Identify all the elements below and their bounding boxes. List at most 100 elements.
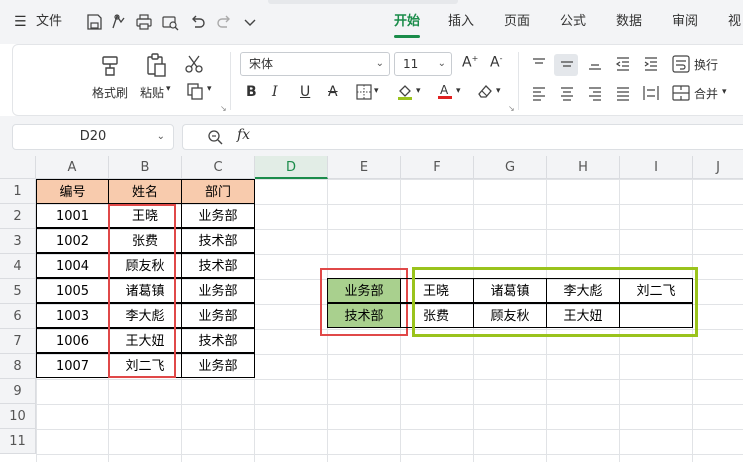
row-header-5[interactable]: 5: [0, 279, 36, 304]
header-cell-name[interactable]: 姓名: [108, 179, 182, 204]
cell-c3[interactable]: 技术部: [181, 228, 255, 253]
font-size-combo[interactable]: 11 ⌄: [394, 52, 452, 76]
paste-icon[interactable]: [144, 52, 168, 78]
increase-font-size-icon[interactable]: A+: [462, 54, 478, 71]
cell-a3[interactable]: 1002: [36, 228, 109, 253]
zoom-search-icon[interactable]: [206, 128, 224, 146]
italic-icon[interactable]: I: [272, 84, 278, 100]
underline-icon[interactable]: U: [300, 84, 310, 100]
row-header-4[interactable]: 4: [0, 254, 36, 279]
header-cell-id[interactable]: 编号: [36, 179, 109, 204]
paste-label[interactable]: 粘贴: [140, 84, 164, 101]
align-top-icon[interactable]: [530, 56, 548, 72]
header-cell-dept[interactable]: 部门: [181, 179, 255, 204]
print-preview-icon[interactable]: [160, 12, 180, 32]
cell-a7[interactable]: 1006: [36, 328, 109, 353]
chevron-down-icon[interactable]: ⌄: [376, 53, 384, 75]
cell-a4[interactable]: 1004: [36, 253, 109, 278]
column-header-d[interactable]: D: [255, 156, 328, 179]
formula-input[interactable]: [182, 124, 743, 150]
align-left-icon[interactable]: [530, 85, 548, 101]
wrap-text-icon[interactable]: [672, 55, 690, 73]
row-header-9[interactable]: 9: [0, 379, 36, 404]
chevron-down-icon[interactable]: [240, 12, 260, 32]
distributed-align-icon[interactable]: [642, 84, 660, 102]
column-header-g[interactable]: G: [474, 156, 547, 179]
align-center-icon[interactable]: [558, 85, 576, 101]
row-header-11[interactable]: 11: [0, 429, 36, 454]
cell-c4[interactable]: 技术部: [181, 253, 255, 278]
name-box[interactable]: D20 ⌄: [12, 124, 174, 150]
borders-icon[interactable]: [356, 84, 372, 100]
align-right-icon[interactable]: [586, 85, 604, 101]
redo-icon[interactable]: [214, 12, 234, 32]
bold-icon[interactable]: B: [246, 84, 257, 100]
tab-formula[interactable]: 公式: [560, 13, 586, 31]
cell-a8[interactable]: 1007: [36, 353, 109, 378]
chevron-down-icon[interactable]: ▾: [496, 86, 501, 96]
row-header-3[interactable]: 3: [0, 229, 36, 254]
format-painter-label[interactable]: 格式刷: [92, 84, 128, 101]
row-header-10[interactable]: 10: [0, 404, 36, 429]
undo-icon[interactable]: [188, 12, 208, 32]
row-header-6[interactable]: 6: [0, 304, 36, 329]
column-header-c[interactable]: C: [182, 156, 255, 179]
chevron-down-icon[interactable]: ▾: [416, 86, 421, 96]
chevron-down-icon[interactable]: ⌄: [157, 125, 165, 149]
column-header-b[interactable]: B: [109, 156, 182, 179]
cell-c8[interactable]: 业务部: [181, 353, 255, 378]
copy-dropdown-icon[interactable]: ▾: [207, 84, 212, 94]
wrap-text-label[interactable]: 换行: [694, 56, 718, 73]
font-color-icon[interactable]: A: [436, 82, 454, 100]
fill-color-icon[interactable]: [396, 82, 414, 100]
tab-data[interactable]: 数据: [616, 13, 642, 31]
hamburger-menu-icon[interactable]: ☰: [14, 13, 27, 31]
column-header-e[interactable]: E: [328, 156, 401, 179]
column-header-i[interactable]: I: [620, 156, 693, 179]
decrease-font-size-icon[interactable]: A-: [490, 54, 502, 71]
merge-cells-icon[interactable]: [672, 84, 690, 102]
print-icon[interactable]: [134, 12, 154, 32]
increase-indent-icon[interactable]: [642, 56, 660, 72]
chevron-down-icon[interactable]: ⌄: [438, 53, 446, 75]
align-bottom-icon[interactable]: [586, 56, 604, 72]
cell-a2[interactable]: 1001: [36, 203, 109, 228]
chevron-down-icon[interactable]: ▾: [722, 87, 727, 97]
cell-a5[interactable]: 1005: [36, 278, 109, 303]
row-header-8[interactable]: 8: [0, 354, 36, 379]
column-header-j[interactable]: J: [693, 156, 743, 179]
tab-insert[interactable]: 插入: [448, 13, 474, 31]
cell-c5[interactable]: 业务部: [181, 278, 255, 303]
justify-icon[interactable]: [614, 85, 632, 101]
clipboard-expand-icon[interactable]: ↘: [220, 104, 227, 113]
cell-c7[interactable]: 技术部: [181, 328, 255, 353]
copy-icon[interactable]: [186, 82, 204, 100]
cell-c6[interactable]: 业务部: [181, 303, 255, 328]
row-header-7[interactable]: 7: [0, 329, 36, 354]
format-painter-icon[interactable]: [98, 54, 122, 78]
select-all-corner[interactable]: [0, 156, 36, 179]
row-header-1[interactable]: 1: [0, 179, 36, 204]
tab-page[interactable]: 页面: [504, 13, 530, 31]
function-icon[interactable]: fx: [237, 127, 250, 143]
column-header-h[interactable]: H: [547, 156, 620, 179]
align-middle-icon[interactable]: [558, 56, 576, 72]
tab-view[interactable]: 视: [728, 13, 741, 31]
merge-cells-label[interactable]: 合并: [694, 85, 718, 102]
clear-format-icon[interactable]: [476, 82, 494, 100]
save-icon[interactable]: [84, 12, 104, 32]
font-name-combo[interactable]: 宋体 ⌄: [240, 52, 390, 76]
file-menu[interactable]: 文件: [36, 13, 62, 31]
export-pdf-icon[interactable]: [108, 12, 128, 32]
cut-icon[interactable]: [184, 54, 204, 74]
font-expand-icon[interactable]: ↘: [508, 104, 515, 113]
cell-a6[interactable]: 1003: [36, 303, 109, 328]
column-header-a[interactable]: A: [36, 156, 109, 179]
row-header-2[interactable]: 2: [0, 204, 36, 229]
tab-review[interactable]: 审阅: [672, 13, 698, 31]
paste-dropdown-icon[interactable]: ▾: [166, 84, 171, 94]
chevron-down-icon[interactable]: ▾: [374, 86, 379, 96]
tab-home[interactable]: 开始: [394, 13, 420, 31]
strikethrough-icon[interactable]: A: [328, 84, 338, 100]
column-header-f[interactable]: F: [401, 156, 474, 179]
